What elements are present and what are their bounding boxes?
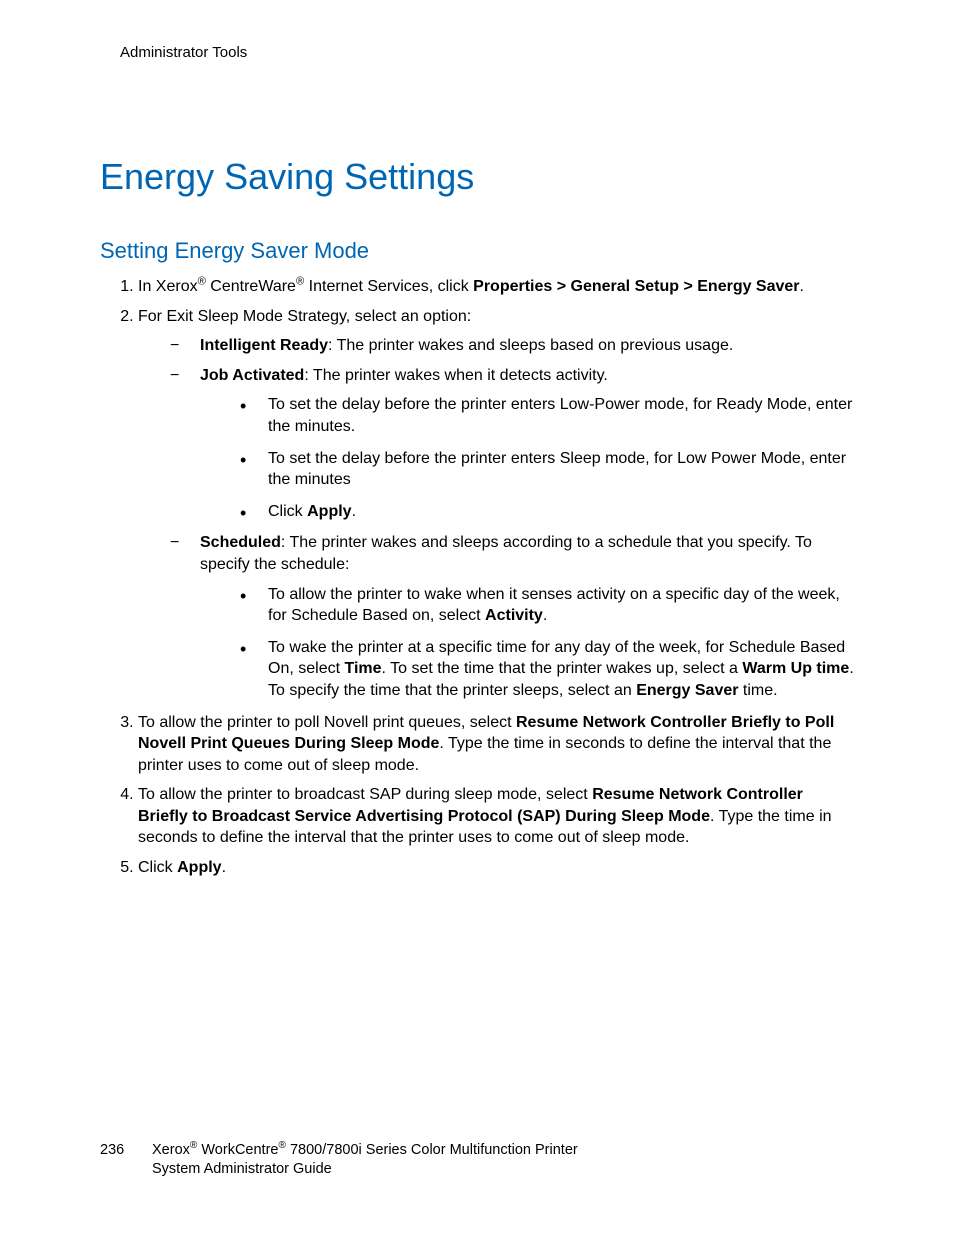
page-title: Energy Saving Settings bbox=[100, 156, 854, 198]
page-number: 236 bbox=[100, 1141, 152, 1161]
list-item: To wake the printer at a specific time f… bbox=[240, 637, 854, 702]
sub-list: To allow the printer to wake when it sen… bbox=[200, 584, 854, 702]
running-header: Administrator Tools bbox=[120, 44, 854, 61]
step-2: For Exit Sleep Mode Strategy, select an … bbox=[138, 306, 854, 702]
steps-list: In Xerox® CentreWare® Internet Services,… bbox=[100, 276, 854, 879]
section-heading: Setting Energy Saver Mode bbox=[100, 238, 854, 264]
sub-list: To set the delay before the printer ente… bbox=[200, 394, 854, 522]
option-job-activated: Job Activated: The printer wakes when it… bbox=[170, 365, 854, 523]
list-item: To set the delay before the printer ente… bbox=[240, 448, 854, 491]
list-item: To allow the printer to wake when it sen… bbox=[240, 584, 854, 627]
list-item: To set the delay before the printer ente… bbox=[240, 394, 854, 437]
step-4: To allow the printer to broadcast SAP du… bbox=[138, 784, 854, 849]
footer-line2: System Administrator Guide bbox=[152, 1161, 332, 1177]
step-3: To allow the printer to poll Novell prin… bbox=[138, 712, 854, 777]
option-scheduled: Scheduled: The printer wakes and sleeps … bbox=[170, 532, 854, 701]
option-intelligent-ready: Intelligent Ready: The printer wakes and… bbox=[170, 335, 854, 357]
step-1: In Xerox® CentreWare® Internet Services,… bbox=[138, 276, 854, 298]
page-footer: 236Xerox® WorkCentre® 7800/7800i Series … bbox=[100, 1141, 578, 1180]
step-5: Click Apply. bbox=[138, 857, 854, 879]
options-list: Intelligent Ready: The printer wakes and… bbox=[138, 335, 854, 701]
list-item: Click Apply. bbox=[240, 501, 854, 523]
